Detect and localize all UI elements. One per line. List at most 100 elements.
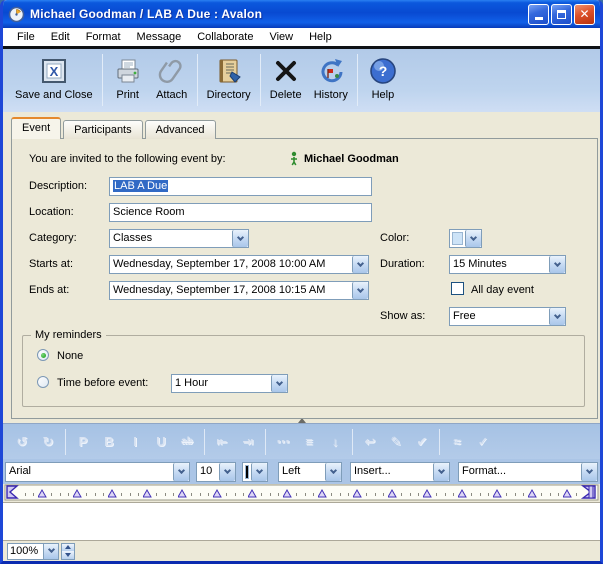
zoom-spinner[interactable]: [61, 543, 75, 560]
indent-icon[interactable]: ⇥: [236, 431, 260, 453]
app-icon: [8, 6, 25, 23]
print-icon: [113, 55, 143, 87]
location-label: Location:: [29, 206, 74, 218]
fixed-font-icon[interactable]: ab: [175, 431, 199, 453]
toolbar-separator: [260, 54, 261, 106]
category-label: Category:: [29, 232, 77, 244]
italic-icon[interactable]: I: [123, 431, 147, 453]
chevron-down-icon[interactable]: [352, 282, 368, 299]
tab-event[interactable]: Event: [11, 117, 61, 139]
insert-below-icon[interactable]: ↓: [323, 431, 347, 453]
titlebar[interactable]: Michael Goodman / LAB A Due : Avalon ✕: [3, 0, 600, 28]
chevron-down-icon[interactable]: [43, 544, 58, 559]
help-button[interactable]: ? Help: [361, 53, 405, 103]
statusbar: 100%: [3, 540, 600, 561]
menu-edit[interactable]: Edit: [43, 30, 78, 44]
organizer-icon: [289, 151, 299, 166]
toolbar-separator: [65, 429, 66, 455]
help-icon: ?: [368, 55, 398, 87]
minimize-icon: [535, 17, 543, 20]
maximize-button[interactable]: [551, 4, 572, 25]
toolbar-separator: [352, 429, 353, 455]
menu-message[interactable]: Message: [129, 30, 190, 44]
delete-button[interactable]: Delete: [264, 53, 308, 103]
spin-down-icon[interactable]: [62, 551, 74, 559]
menu-help[interactable]: Help: [301, 30, 340, 44]
signature-icon[interactable]: ≈: [445, 431, 469, 453]
underline-icon[interactable]: U: [149, 431, 173, 453]
revert-icon[interactable]: ↩: [358, 431, 382, 453]
chevron-down-icon[interactable]: [465, 230, 481, 247]
tab-strip: Event Participants Advanced: [11, 116, 218, 138]
reminder-none-radio[interactable]: [37, 349, 49, 361]
tab-advanced[interactable]: Advanced: [145, 120, 216, 139]
directory-button[interactable]: Directory: [201, 53, 257, 103]
location-input[interactable]: Science Room: [109, 203, 372, 222]
chevron-down-icon[interactable]: [251, 463, 267, 481]
font-color-select[interactable]: [242, 462, 268, 482]
quote-pen-icon[interactable]: ✎: [384, 431, 408, 453]
description-selected-text: LAB A Due: [113, 180, 168, 192]
event-window: Michael Goodman / LAB A Due : Avalon ✕ F…: [0, 0, 603, 564]
chevron-down-icon[interactable]: [581, 463, 597, 481]
chevron-down-icon[interactable]: [433, 463, 449, 481]
zoom-select[interactable]: 100%: [7, 543, 59, 560]
menu-file[interactable]: File: [9, 30, 43, 44]
close-button[interactable]: ✕: [574, 4, 595, 25]
menu-collaborate[interactable]: Collaborate: [189, 30, 261, 44]
minimize-button[interactable]: [528, 4, 549, 25]
font-size-select[interactable]: 10: [196, 462, 236, 482]
category-select[interactable]: Classes: [109, 229, 249, 248]
chevron-down-icon[interactable]: [219, 463, 235, 481]
close-icon: ✕: [579, 8, 589, 20]
format-select[interactable]: Format...: [458, 462, 598, 482]
duration-select[interactable]: 15 Minutes: [449, 255, 566, 274]
save-and-close-button[interactable]: X Save and Close: [9, 53, 99, 103]
chevron-down-icon[interactable]: [549, 308, 565, 325]
starts-at-select[interactable]: Wednesday, September 17, 2008 10:00 AM: [109, 255, 369, 274]
ruler[interactable]: [3, 484, 600, 502]
chevron-down-icon[interactable]: [271, 375, 287, 392]
reminder-time-radio[interactable]: [37, 376, 49, 388]
chevron-down-icon[interactable]: [173, 463, 189, 481]
show-as-label: Show as:: [380, 310, 425, 322]
reminder-time-select[interactable]: 1 Hour: [171, 374, 288, 393]
duration-label: Duration:: [380, 258, 425, 270]
all-day-checkbox[interactable]: [451, 282, 464, 295]
chevron-down-icon[interactable]: [325, 463, 341, 481]
alignment-select[interactable]: Left: [278, 462, 342, 482]
message-body[interactable]: [3, 502, 600, 540]
insert-select[interactable]: Insert...: [350, 462, 450, 482]
history-button[interactable]: History: [308, 53, 354, 103]
undo-icon[interactable]: ↺: [10, 431, 34, 453]
event-form-area: Event Participants Advanced You are invi…: [3, 112, 600, 423]
tab-stops-icon[interactable]: ⋯: [271, 431, 295, 453]
description-input[interactable]: LAB A Due: [109, 177, 372, 196]
font-family-select[interactable]: Arial: [5, 462, 190, 482]
menubar: File Edit Format Message Collaborate Vie…: [3, 28, 600, 46]
approve-icon[interactable]: ✔: [410, 431, 434, 453]
color-select[interactable]: [449, 229, 482, 248]
invite-text: You are invited to the following event b…: [29, 153, 226, 165]
spin-up-icon[interactable]: [62, 544, 74, 552]
chevron-down-icon[interactable]: [232, 230, 248, 247]
menu-format[interactable]: Format: [78, 30, 129, 44]
print-button[interactable]: Print: [106, 53, 150, 103]
color-label: Color:: [380, 232, 409, 244]
tab-participants[interactable]: Participants: [63, 120, 142, 139]
redo-icon[interactable]: ↻: [36, 431, 60, 453]
chevron-down-icon[interactable]: [352, 256, 368, 273]
paragraph-icon[interactable]: ≡: [297, 431, 321, 453]
toolbar-separator: [197, 54, 198, 106]
ends-at-select[interactable]: Wednesday, September 17, 2008 10:15 AM: [109, 281, 369, 300]
menu-view[interactable]: View: [261, 30, 301, 44]
outdent-icon[interactable]: ⇤: [210, 431, 234, 453]
chevron-down-icon[interactable]: [549, 256, 565, 273]
spellcheck-icon[interactable]: ✓: [471, 431, 495, 453]
window-title: Michael Goodman / LAB A Due : Avalon: [30, 7, 526, 21]
plain-text-icon[interactable]: P: [71, 431, 95, 453]
attach-button[interactable]: Attach: [150, 53, 194, 103]
bold-icon[interactable]: B: [97, 431, 121, 453]
maximize-icon: [557, 10, 566, 19]
show-as-select[interactable]: Free: [449, 307, 566, 326]
